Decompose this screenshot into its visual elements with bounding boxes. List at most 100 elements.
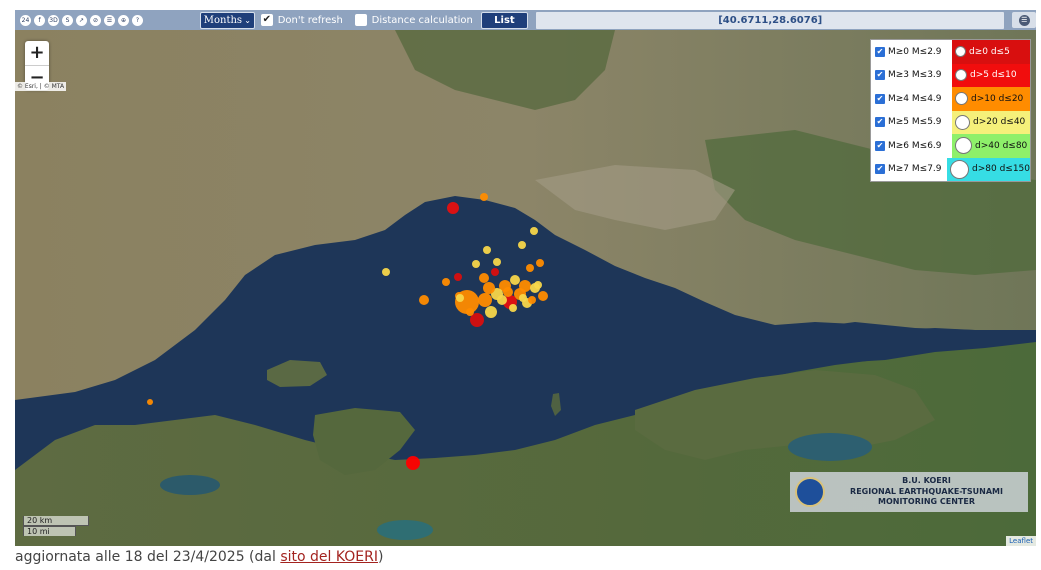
3d-icon[interactable]: 3D (48, 14, 59, 26)
earthquake-marker[interactable] (483, 282, 495, 294)
earthquake-marker[interactable] (382, 268, 390, 276)
no-layer-icon[interactable]: ⊘ (90, 14, 101, 26)
legend-row: ✔ M≥6 M≤6.9 d>40 d≤80 (871, 134, 1030, 158)
magnitude-checkbox[interactable]: ✔ (875, 70, 885, 81)
legend-magnitude-filter[interactable]: ✔ M≥3 M≤3.9 (871, 64, 952, 88)
magnitude-label: M≥0 M≤2.9 (888, 46, 942, 57)
earthquake-marker[interactable] (406, 456, 420, 470)
legend-magnitude-filter[interactable]: ✔ M≥5 M≤5.9 (871, 111, 952, 135)
earthquake-marker[interactable] (526, 264, 534, 272)
size-circle-icon (955, 46, 966, 58)
size-circle-icon (955, 92, 968, 106)
legend-row: ✔ M≥3 M≤3.9 d>5 d≤10 (871, 63, 1030, 88)
lake-south-2 (377, 520, 433, 540)
koeri-site-link[interactable]: sito del KOERI (280, 549, 378, 565)
earthquake-marker[interactable] (472, 260, 480, 268)
earthquake-marker[interactable] (454, 273, 462, 281)
dont-refresh-label: Don't refresh (277, 14, 343, 26)
legend-depth-class: d≥0 d≤5 (952, 40, 1030, 64)
earthquake-marker[interactable] (510, 275, 520, 285)
legend-magnitude-filter[interactable]: ✔ M≥0 M≤2.9 (871, 40, 952, 64)
legend-row: ✔ M≥4 M≤4.9 d>10 d≤20 (871, 87, 1030, 111)
caption: aggiornata alle 18 del 23/4/2025 (dal si… (15, 549, 383, 565)
size-circle-icon (955, 137, 972, 155)
magnitude-label: M≥7 M≤7.9 (888, 164, 942, 175)
magnitude-checkbox[interactable]: ✔ (875, 46, 885, 57)
toolbar-icons: 24 f 3D S ↗ ⊘ ☰ ⊕? (17, 14, 194, 26)
legend-depth-class: d>80 d≤150 (947, 157, 1030, 181)
ruler-icon[interactable]: ↗ (76, 14, 87, 26)
scale-bar: 20 km 10 mi (23, 516, 89, 536)
magnitude-label: M≥5 M≤5.9 (888, 117, 942, 128)
list-button[interactable]: List (480, 11, 529, 29)
scale-mi: 10 mi (23, 526, 76, 536)
legend-depth-class: d>20 d≤40 (952, 110, 1030, 134)
earthquake-marker[interactable] (147, 399, 153, 405)
depth-label: d>5 d≤10 (970, 70, 1017, 81)
earthquake-marker[interactable] (447, 202, 459, 214)
size-circle-icon (950, 159, 969, 179)
depth-label: d>40 d≤80 (975, 140, 1028, 151)
magnitude-checkbox[interactable]: ✔ (875, 117, 885, 128)
earthquake-marker[interactable] (530, 227, 538, 235)
scale-km: 20 km (23, 516, 89, 526)
earthquake-marker[interactable] (503, 287, 513, 297)
koeri-logo-text: B.U. KOERI REGIONAL EARTHQUAKE-TSUNAMI M… (825, 476, 1028, 508)
earthquake-marker[interactable] (479, 273, 489, 283)
info-icon[interactable]: f (34, 14, 45, 26)
magnitude-checkbox[interactable]: ✔ (875, 93, 885, 104)
earthquake-marker[interactable] (493, 258, 501, 266)
size-circle-icon (955, 69, 967, 82)
earthquake-marker[interactable] (466, 308, 474, 316)
earthquake-marker[interactable] (483, 246, 491, 254)
locate-icon[interactable]: ⊕ (118, 14, 129, 26)
legend-magnitude-filter[interactable]: ✔ M≥6 M≤6.9 (871, 134, 952, 158)
earthquake-marker[interactable] (538, 291, 548, 301)
earthquake-marker[interactable] (497, 295, 507, 305)
earthquake-marker[interactable] (536, 259, 544, 267)
search-icon[interactable]: S (62, 14, 73, 26)
earthquake-marker[interactable] (509, 304, 517, 312)
map-frame: 24 f 3D S ↗ ⊘ ☰ ⊕? Months ⌄ ✔ Don't refresh Dis… (15, 10, 1036, 546)
leaflet-attribution-link[interactable]: Leaflet (1006, 536, 1036, 546)
earthquake-marker[interactable] (442, 278, 450, 286)
depth-label: d>20 d≤40 (973, 117, 1026, 128)
list-icon[interactable]: ☰ (104, 14, 115, 26)
distance-label: Distance calculation (371, 14, 473, 26)
magnitude-checkbox[interactable]: ✔ (875, 164, 885, 175)
help-icon[interactable]: ? (132, 14, 143, 26)
magnitude-checkbox[interactable]: ✔ (875, 140, 885, 151)
koeri-emblem-icon (795, 477, 825, 507)
earthquake-marker[interactable] (528, 296, 536, 304)
earthquake-marker[interactable] (485, 306, 497, 318)
magnitude-label: M≥4 M≤4.9 (888, 93, 942, 104)
depth-label: d>80 d≤150 (972, 164, 1030, 175)
earthquake-marker[interactable] (518, 241, 526, 249)
legend-row: ✔ M≥0 M≤2.9 d≥0 d≤5 (871, 40, 1030, 64)
lake-iznik (788, 433, 872, 461)
24h-icon[interactable]: 24 (20, 14, 31, 26)
earthquake-marker[interactable] (480, 193, 488, 201)
distance-checkbox[interactable] (354, 14, 367, 26)
earthquake-marker[interactable] (534, 281, 542, 289)
earthquake-marker[interactable] (419, 295, 429, 305)
legend-magnitude-filter[interactable]: ✔ M≥7 M≤7.9 (871, 158, 947, 182)
caption-prefix: aggiornata alle 18 del 23/4/2025 (dal (15, 549, 281, 565)
menu-button[interactable]: ☰ (1012, 12, 1036, 28)
earthquake-marker[interactable] (456, 294, 464, 302)
lake-south-1 (160, 475, 220, 495)
earthquake-marker[interactable] (478, 293, 492, 307)
caption-suffix: ) (378, 549, 384, 565)
logo-line-3: MONITORING CENTER (878, 497, 975, 507)
earthquake-marker[interactable] (491, 268, 499, 276)
dont-refresh-checkbox[interactable]: ✔ (260, 14, 273, 26)
logo-line-2: REGIONAL EARTHQUAKE-TSUNAMI (850, 486, 1003, 496)
legend-magnitude-filter[interactable]: ✔ M≥4 M≤4.9 (871, 87, 952, 111)
legend-row: ✔ M≥7 M≤7.9 d>80 d≤150 (871, 157, 1030, 182)
depth-label: d≥0 d≤5 (969, 46, 1010, 57)
logo-line-1: B.U. KOERI (902, 476, 951, 486)
period-select[interactable]: Months ⌄ (199, 11, 255, 29)
period-select-value: Months (203, 14, 243, 26)
zoom-in-button[interactable]: + (25, 41, 49, 65)
earthquake-marker[interactable] (519, 294, 527, 302)
